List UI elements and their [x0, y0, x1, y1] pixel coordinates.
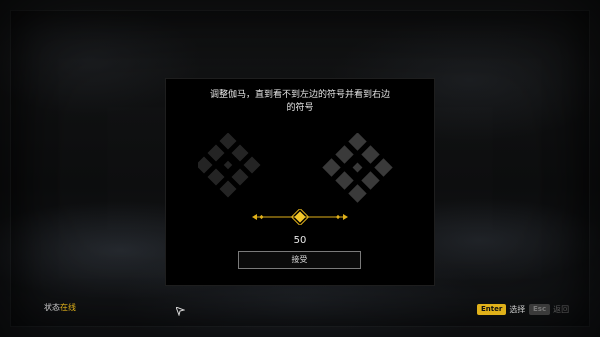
- back-label: 返回: [553, 304, 570, 314]
- gamma-instruction-text: 调整伽马，直到看不到左边的符号并看到右边 的符号: [209, 90, 390, 113]
- online-status: 状态在线: [44, 302, 76, 313]
- slider-left-arrow-icon[interactable]: [252, 214, 257, 220]
- visible-diamond-cluster-icon: [322, 133, 393, 203]
- enter-key-badge: Enter: [477, 303, 507, 315]
- back-hint[interactable]: Esc 返回: [529, 303, 569, 315]
- status-label: 状态: [44, 303, 60, 312]
- gamma-dialog: 调整伽马，直到看不到左边的符号并看到右边 的符号 50 接受: [165, 78, 435, 286]
- status-value: 在线: [60, 303, 76, 312]
- slider-right-arrow-icon[interactable]: [343, 214, 348, 220]
- accept-button[interactable]: 接受: [238, 251, 361, 269]
- gamma-value: 50: [293, 235, 307, 246]
- arrow-cursor-icon: [176, 307, 185, 316]
- esc-key-badge: Esc: [529, 303, 551, 315]
- gamma-slider[interactable]: [252, 209, 348, 225]
- select-hint[interactable]: Enter 选择: [477, 303, 525, 315]
- faint-diamond-cluster-icon: [198, 133, 261, 198]
- select-label: 选择: [509, 304, 526, 314]
